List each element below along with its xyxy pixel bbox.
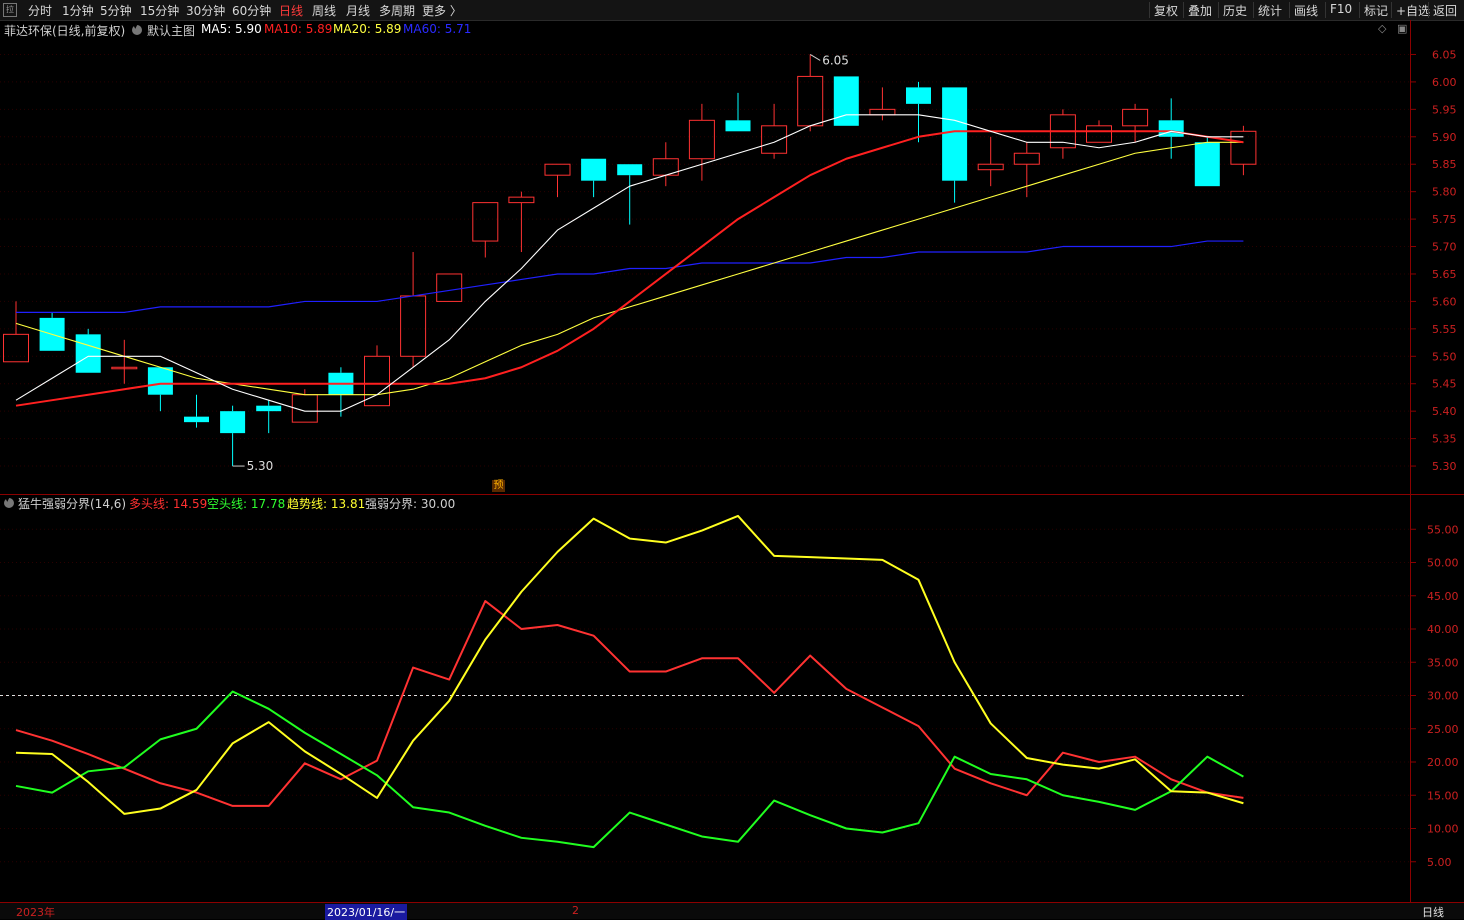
ma60-legend: MA60: 5.71: [403, 22, 472, 36]
candle-body-up: [544, 163, 571, 176]
candle-body-down: [617, 164, 643, 176]
bear-line-legend: 空头线: 17.78: [207, 497, 286, 511]
candle-body-up: [761, 125, 788, 154]
boundary-legend: 强弱分界: 30.00: [365, 497, 456, 511]
indicator-tick-label: 10.00: [1427, 823, 1459, 836]
indicator-tick-label: 35.00: [1427, 656, 1459, 669]
candle-body-up: [869, 108, 896, 116]
candle-body-up: [688, 119, 715, 160]
price-tick-label: 5.45: [1432, 378, 1457, 391]
candle-body-down: [942, 87, 968, 181]
price-tick-label: 5.50: [1432, 350, 1457, 363]
price-tick-label: 6.00: [1432, 76, 1457, 89]
candle-body-down: [256, 405, 282, 412]
time-axis-bar[interactable]: 2023年 2023/01/16/一 2 日线: [0, 902, 1464, 920]
candle-body-down: [833, 76, 859, 126]
price-tick-label: 5.55: [1432, 323, 1457, 336]
indicator-tick-label: 25.00: [1427, 723, 1459, 736]
indicator-tick-label: 40.00: [1427, 623, 1459, 636]
pre-tag-badge[interactable]: 预: [492, 480, 505, 492]
high-price-marker: 6.05: [822, 53, 849, 67]
main-template-label[interactable]: 默认主图: [147, 22, 195, 39]
low-price-marker: 5.30: [247, 459, 274, 473]
candle-body-up: [1122, 108, 1149, 127]
price-tick-label: 5.30: [1432, 460, 1457, 473]
candle-body-up: [977, 163, 1004, 171]
candle-body-down: [1194, 142, 1220, 187]
month-mark-label: 2: [572, 904, 579, 917]
diamond-icon[interactable]: ◇: [1378, 22, 1386, 35]
candle-body-up: [1086, 125, 1112, 143]
candle-body-down: [220, 411, 246, 434]
price-tick-label: 5.85: [1432, 158, 1457, 171]
indicator-tick-label: 15.00: [1427, 789, 1459, 802]
price-tick-label: 5.65: [1432, 268, 1457, 281]
ma5-legend: MA5: 5.90: [201, 22, 262, 36]
indicator-series-2: [15, 514, 1244, 815]
indicator-toggle-icon[interactable]: [4, 495, 14, 508]
trend-line-legend: 趋势线: 13.81: [287, 497, 366, 511]
candle-body-up: [436, 273, 463, 302]
ma20-legend: MA20: 5.89: [333, 22, 402, 36]
candle-body-up: [472, 202, 499, 242]
price-tick-label: 5.70: [1432, 241, 1457, 254]
settings-square-icon[interactable]: ▣: [1397, 22, 1407, 35]
price-tick-label: 5.35: [1432, 433, 1457, 446]
candle-body-down: [75, 334, 101, 373]
indicator-tick-label: 55.00: [1427, 523, 1459, 536]
bull-line-legend: 多头线: 14.59: [129, 497, 208, 511]
price-tick-label: 5.95: [1432, 103, 1457, 116]
chart-canvas[interactable]: 6.05 6.00 5.95 5.90 5.85 5.80 5.75 5.70 5.65 5.60…: [0, 0, 1464, 918]
candle-body-up: [1013, 152, 1040, 165]
indicator-tick-label: 5.00: [1427, 856, 1452, 869]
candle-body-up: [797, 75, 824, 127]
price-tick-label: 5.60: [1432, 295, 1457, 308]
indicator-tick-label: 30.00: [1427, 690, 1459, 703]
high-marker-line: [809, 54, 821, 61]
stock-name-label: 菲达环保(日线,前复权): [4, 24, 126, 38]
indicator-tick-label: 50.00: [1427, 557, 1459, 570]
candle-body-up: [508, 196, 535, 204]
candle-body-down: [581, 158, 607, 181]
ma5-line: [15, 114, 1244, 412]
indicator-series-0: [15, 600, 1244, 807]
ma10-legend: MA10: 5.89: [264, 22, 333, 36]
indicator-tick-label: 20.00: [1427, 756, 1459, 769]
price-tick-label: 6.05: [1432, 48, 1457, 61]
price-tick-label: 5.40: [1432, 405, 1457, 418]
candle-body-up: [400, 295, 427, 357]
template-toggle-icon[interactable]: [132, 22, 142, 35]
indicator-tick-label: 45.00: [1427, 590, 1459, 603]
candle-body-down: [147, 367, 173, 395]
candle-body-down: [906, 87, 931, 104]
candle-body-down: [725, 120, 751, 132]
candle-body-down: [184, 416, 209, 423]
price-tick-label: 5.90: [1432, 131, 1457, 144]
price-tick-label: 5.75: [1432, 213, 1457, 226]
candle-body-up: [3, 333, 29, 363]
indicator-series-1: [15, 690, 1244, 849]
price-tick-label: 5.80: [1432, 186, 1457, 199]
indicator-name-label[interactable]: 猛牛强弱分界(14,6): [18, 495, 126, 512]
